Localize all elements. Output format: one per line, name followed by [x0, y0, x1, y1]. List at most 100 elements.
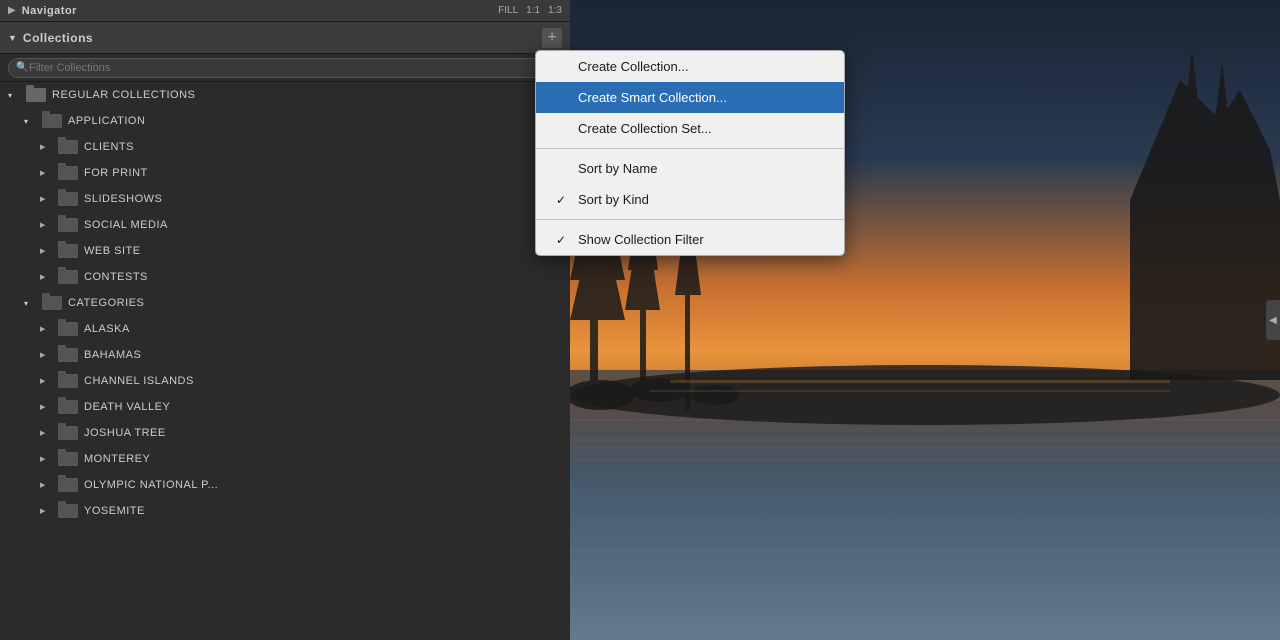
tree-item-contests[interactable]: ▶ CONTESTS — [0, 264, 570, 290]
tree-item-slideshows[interactable]: ▶ SLIDESHOWS — [0, 186, 570, 212]
add-collection-button[interactable]: + — [542, 28, 562, 48]
menu-label-sort-by-name: Sort by Name — [578, 161, 657, 176]
menu-label-create-collection-set: Create Collection Set... — [578, 121, 712, 136]
navigator-controls: FILL 1:1 1:3 — [498, 5, 562, 16]
checkmark-sort-name — [556, 162, 570, 176]
label-slideshows: SLIDESHOWS — [84, 193, 162, 205]
arrow-slideshows: ▶ — [40, 195, 52, 203]
menu-item-show-collection-filter[interactable]: ✓ Show Collection Filter — [536, 224, 844, 255]
folder-icon-for-print — [58, 166, 78, 180]
arrow-monterey: ▶ — [40, 455, 52, 463]
folder-icon-clients — [58, 140, 78, 154]
navigator-title: Navigator — [22, 5, 498, 17]
tree-item-death-valley[interactable]: ▶ DEATH VALLEY — [0, 394, 570, 420]
tree-item-yosemite[interactable]: ▶ YOSEMITE — [0, 498, 570, 524]
folder-icon-contests — [58, 270, 78, 284]
label-yosemite: YOSEMITE — [84, 505, 145, 517]
folder-icon-categories — [42, 296, 62, 310]
label-for-print: FOR PRINT — [84, 167, 148, 179]
left-panel: ▶ Navigator FILL 1:1 1:3 ▼ Collections +… — [0, 0, 570, 640]
arrow-death-valley: ▶ — [40, 403, 52, 411]
label-olympic-national: OLYMPIC NATIONAL P... — [84, 479, 218, 491]
arrow-web-site: ▶ — [40, 247, 52, 255]
menu-item-create-collection[interactable]: Create Collection... — [536, 51, 844, 82]
label-channel-islands: CHANNEL ISLANDS — [84, 375, 194, 387]
nav-1-1[interactable]: 1:1 — [526, 5, 540, 16]
folder-icon-slideshows — [58, 192, 78, 206]
menu-label-create-collection: Create Collection... — [578, 59, 689, 74]
arrow-joshua-tree: ▶ — [40, 429, 52, 437]
menu-item-create-collection-set[interactable]: Create Collection Set... — [536, 113, 844, 144]
label-application: APPLICATION — [68, 115, 145, 127]
label-contests: CONTESTS — [84, 271, 148, 283]
folder-icon-olympic-national — [58, 478, 78, 492]
menu-item-sort-by-name[interactable]: Sort by Name — [536, 153, 844, 184]
tree-item-monterey[interactable]: ▶ MONTEREY — [0, 446, 570, 472]
label-bahamas: BAHAMAS — [84, 349, 141, 361]
tree-item-clients[interactable]: ▶ CLIENTS — [0, 134, 570, 160]
tree-item-categories[interactable]: ▾ CATEGORIES — [0, 290, 570, 316]
panel-collapse-arrow[interactable]: ◀ — [1266, 300, 1280, 340]
folder-icon-bahamas — [58, 348, 78, 362]
filter-search-icon: 🔍 — [16, 62, 28, 73]
arrow-olympic-national: ▶ — [40, 481, 52, 489]
tree-item-social-media[interactable]: ▶ SOCIAL MEDIA — [0, 212, 570, 238]
label-categories: CATEGORIES — [68, 297, 144, 309]
folder-icon-yosemite — [58, 504, 78, 518]
tree-item-channel-islands[interactable]: ▶ CHANNEL ISLANDS — [0, 368, 570, 394]
arrow-for-print: ▶ — [40, 169, 52, 177]
folder-icon-application — [42, 114, 62, 128]
checkmark-sort-kind: ✓ — [556, 193, 570, 207]
tree-item-joshua-tree[interactable]: ▶ JOSHUA TREE — [0, 420, 570, 446]
folder-icon-social-media — [58, 218, 78, 232]
arrow-alaska: ▶ — [40, 325, 52, 333]
filter-collections-input[interactable] — [8, 58, 562, 78]
arrow-social-media: ▶ — [40, 221, 52, 229]
tree-item-for-print[interactable]: ▶ FOR PRINT — [0, 160, 570, 186]
folder-icon-regular-collections — [26, 88, 46, 102]
menu-separator-1 — [536, 148, 844, 149]
folder-icon-death-valley — [58, 400, 78, 414]
arrow-clients: ▶ — [40, 143, 52, 151]
nav-fill[interactable]: FILL — [498, 5, 518, 16]
menu-label-show-collection-filter: Show Collection Filter — [578, 232, 704, 247]
navigator-arrow: ▶ — [8, 5, 16, 16]
label-web-site: WEB SITE — [84, 245, 141, 257]
folder-icon-joshua-tree — [58, 426, 78, 440]
tree-item-olympic-national[interactable]: ▶ OLYMPIC NATIONAL P... — [0, 472, 570, 498]
arrow-channel-islands: ▶ — [40, 377, 52, 385]
tree-item-application[interactable]: ▾ APPLICATION — [0, 108, 570, 134]
label-death-valley: DEATH VALLEY — [84, 401, 170, 413]
checkmark-create-set — [556, 122, 570, 136]
folder-icon-monterey — [58, 452, 78, 466]
folder-icon-channel-islands — [58, 374, 78, 388]
menu-item-create-smart-collection[interactable]: Create Smart Collection... — [536, 82, 844, 113]
arrow-application: ▾ — [24, 117, 36, 126]
tree-item-regular-collections[interactable]: ▾ REGULAR COLLECTIONS — [0, 82, 570, 108]
arrow-bahamas: ▶ — [40, 351, 52, 359]
tree-item-web-site[interactable]: ▶ WEB SITE — [0, 238, 570, 264]
collections-title: Collections — [23, 31, 542, 45]
label-clients: CLIENTS — [84, 141, 134, 153]
label-social-media: SOCIAL MEDIA — [84, 219, 168, 231]
label-regular-collections: REGULAR COLLECTIONS — [52, 89, 195, 101]
tree-item-bahamas[interactable]: ▶ BAHAMAS — [0, 342, 570, 368]
context-menu: Create Collection... Create Smart Collec… — [535, 50, 845, 256]
menu-separator-2 — [536, 219, 844, 220]
checkmark-create-collection — [556, 60, 570, 74]
collections-header: ▼ Collections + — [0, 22, 570, 54]
nav-1-3[interactable]: 1:3 — [548, 5, 562, 16]
label-joshua-tree: JOSHUA TREE — [84, 427, 166, 439]
menu-item-sort-by-kind[interactable]: ✓ Sort by Kind — [536, 184, 844, 215]
menu-label-sort-by-kind: Sort by Kind — [578, 192, 649, 207]
menu-label-create-smart-collection: Create Smart Collection... — [578, 90, 727, 105]
tree-item-alaska[interactable]: ▶ ALASKA — [0, 316, 570, 342]
collections-triangle: ▼ — [8, 33, 17, 43]
collections-tree: ▾ REGULAR COLLECTIONS ▾ APPLICATION ▶ CL… — [0, 82, 570, 640]
collapse-chevron-icon: ◀ — [1269, 315, 1277, 326]
checkmark-create-smart — [556, 91, 570, 105]
arrow-regular-collections: ▾ — [8, 91, 20, 100]
arrow-contests: ▶ — [40, 273, 52, 281]
label-monterey: MONTEREY — [84, 453, 150, 465]
folder-icon-web-site — [58, 244, 78, 258]
